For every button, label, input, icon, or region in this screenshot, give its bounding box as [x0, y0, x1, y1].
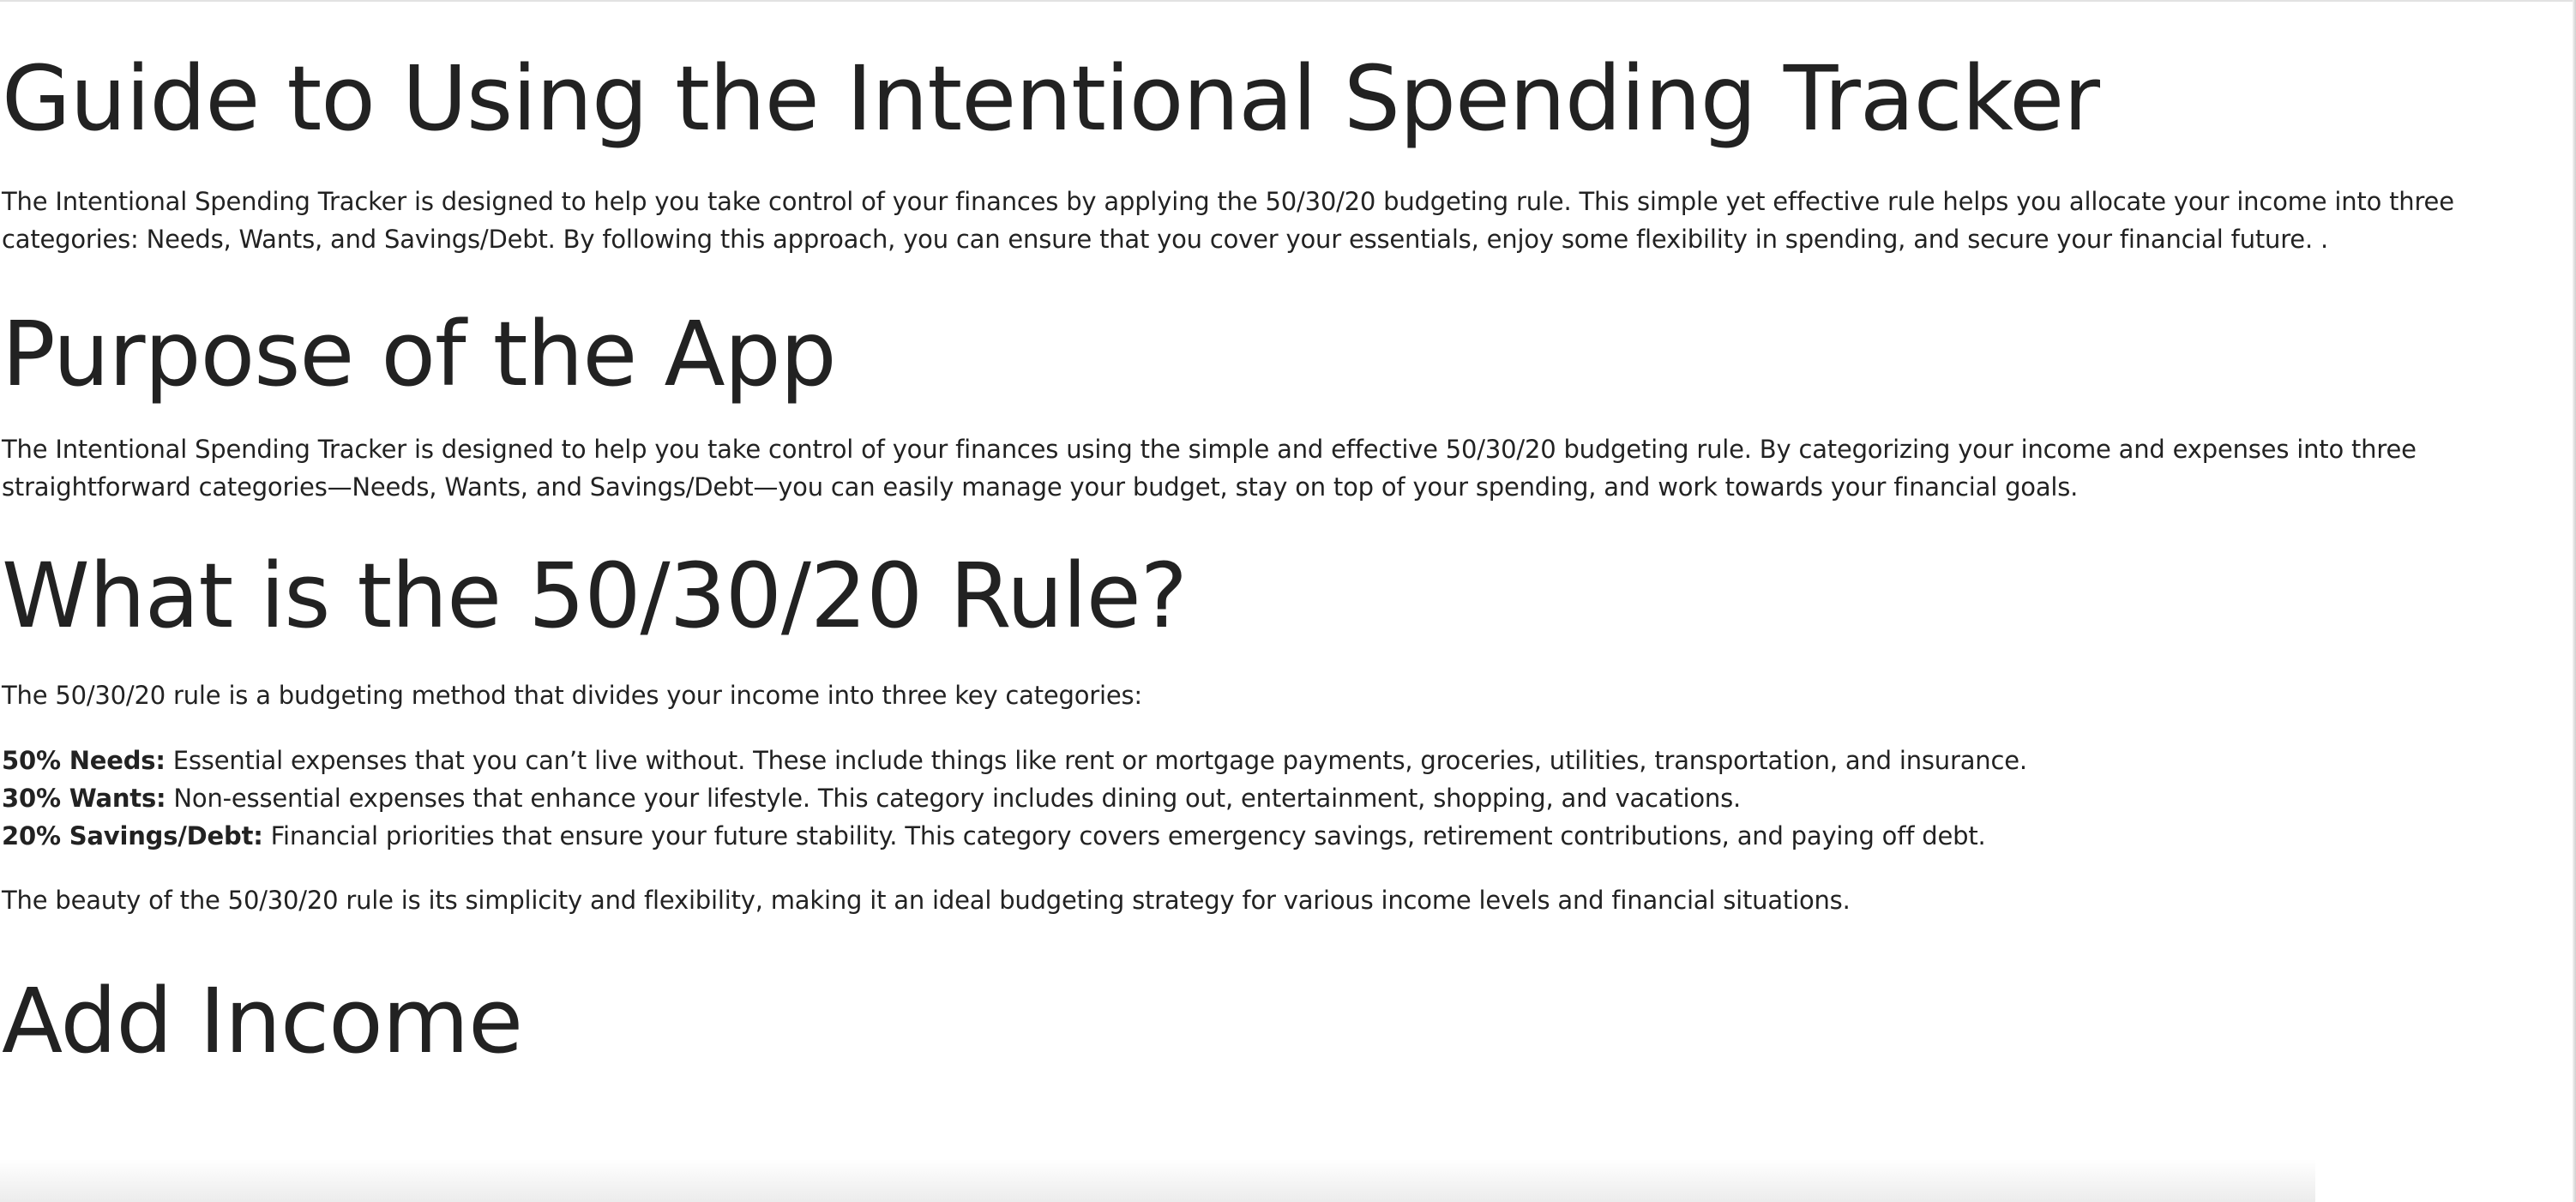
- paragraph-guide: The Intentional Spending Tracker is desi…: [2, 186, 2454, 254]
- heading-purpose: Purpose of the App: [2, 301, 837, 406]
- rule-item-savings: 20% Savings/Debt: Financial priorities t…: [2, 817, 2566, 855]
- rule-text-needs: Essential expenses that you can’t live w…: [165, 745, 2027, 775]
- paragraph-rule-intro: The 50/30/20 rule is a budgeting method …: [2, 680, 1143, 710]
- rule-text-savings: Financial priorities that ensure your fu…: [262, 820, 1986, 850]
- paragraph-purpose: The Intentional Spending Tracker is desi…: [2, 435, 2417, 502]
- scrollbar-edge[interactable]: [2573, 0, 2576, 1202]
- rule-label-wants: 30% Wants:: [2, 783, 166, 813]
- rule-label-needs: 50% Needs:: [2, 745, 166, 775]
- section-purpose: Purpose of the App The Intentional Spend…: [2, 301, 2566, 507]
- heading-add-income: Add Income: [2, 968, 523, 1073]
- rule-label-savings: 20% Savings/Debt:: [2, 820, 263, 850]
- rule-list: 50% Needs: Essential expenses that you c…: [2, 742, 2566, 855]
- rule-text-wants: Non-essential expenses that enhance your…: [166, 783, 1742, 813]
- rule-item-wants: 30% Wants: Non-essential expenses that e…: [2, 779, 2566, 817]
- heading-rule: What is the 50/30/20 Rule?: [2, 544, 1188, 649]
- bottom-fade: [0, 1159, 2315, 1202]
- heading-guide: Guide to Using the Intentional Spending …: [2, 46, 2100, 151]
- document-content: Guide to Using the Intentional Spending …: [0, 0, 2566, 1073]
- rule-item-needs: 50% Needs: Essential expenses that you c…: [2, 742, 2566, 779]
- section-guide: Guide to Using the Intentional Spending …: [2, 46, 2566, 258]
- section-add-income: Add Income: [2, 968, 2566, 1073]
- section-rule: What is the 50/30/20 Rule? The 50/30/20 …: [2, 545, 2566, 919]
- page: Guide to Using the Intentional Spending …: [0, 0, 2576, 1202]
- paragraph-rule-closing: The beauty of the 50/30/20 rule is its s…: [2, 885, 1851, 915]
